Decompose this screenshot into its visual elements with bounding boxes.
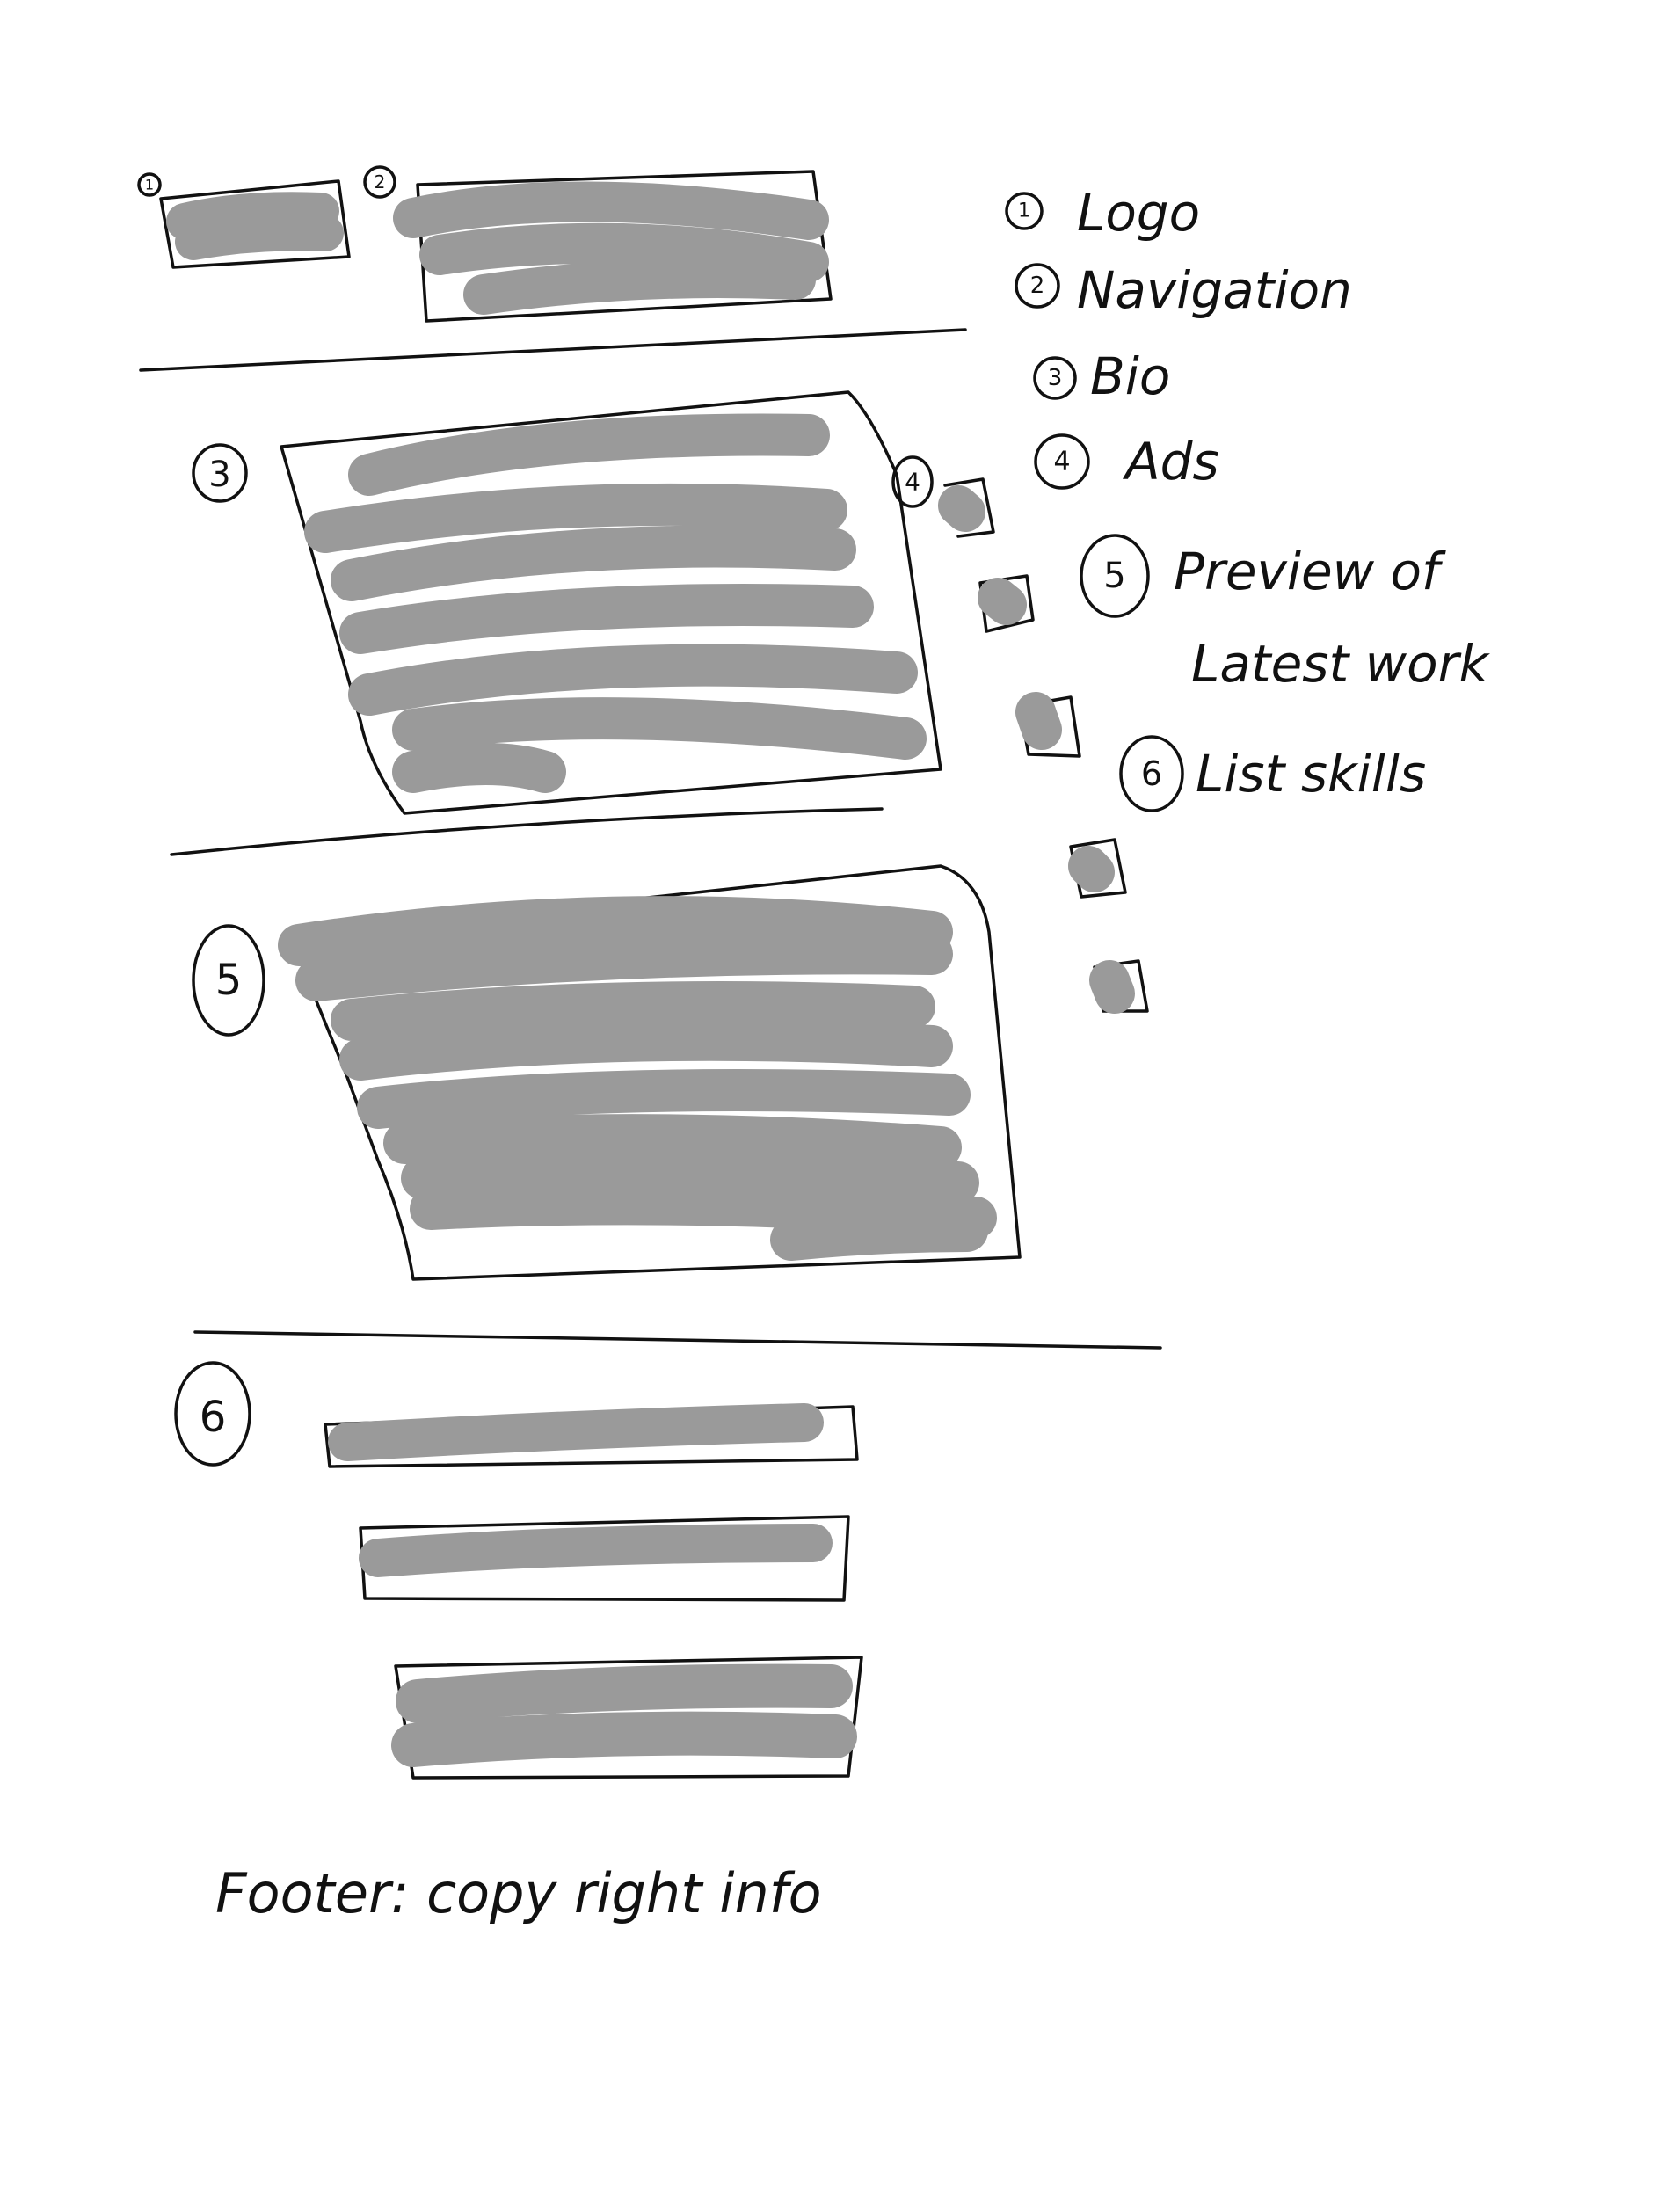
- wireframe-sketch: 1 2 3 4 5 6 1 Logo 2 Navigation 3 Bio 4 …: [137, 165, 1490, 1925]
- svg-text:6: 6: [1141, 754, 1162, 793]
- svg-text:Latest work: Latest work: [1191, 634, 1490, 694]
- legend-item-logo: 1 Logo: [1005, 183, 1200, 243]
- divider-line: [139, 328, 967, 372]
- svg-text:3: 3: [1048, 365, 1063, 391]
- skill-item-placeholder: [391, 1656, 863, 1780]
- bio-placeholder: [280, 390, 942, 815]
- svg-text:5: 5: [1103, 556, 1125, 596]
- skill-item-placeholder: [359, 1515, 850, 1602]
- legend-item-bio: 3 Bio: [1033, 346, 1170, 406]
- svg-text:Navigation: Navigation: [1077, 260, 1352, 320]
- svg-text:3: 3: [208, 455, 230, 495]
- svg-text:2: 2: [1030, 273, 1045, 299]
- svg-text:Bio: Bio: [1090, 346, 1170, 406]
- ad-placeholder: [1089, 959, 1149, 1014]
- svg-text:List skills: List skills: [1196, 744, 1426, 804]
- marker-2: 2: [363, 165, 396, 199]
- legend: 1 Logo 2 Navigation 3 Bio 4 Ads 5 Previe…: [1005, 183, 1490, 812]
- logo-placeholder: [159, 179, 351, 269]
- skill-item-placeholder: [324, 1403, 859, 1468]
- legend-item-navigation: 2 Navigation: [1015, 260, 1352, 320]
- legend-item-skills: 6 List skills: [1119, 735, 1426, 812]
- navigation-placeholder: [393, 170, 833, 323]
- ad-placeholder: [938, 477, 995, 538]
- svg-text:2: 2: [375, 171, 386, 193]
- svg-text:4: 4: [1053, 447, 1070, 477]
- divider-line: [170, 807, 884, 856]
- latest-work-preview-placeholder: [278, 864, 1022, 1281]
- svg-text:Ads: Ads: [1122, 432, 1219, 491]
- ad-placeholder: [1015, 692, 1081, 758]
- ad-placeholder: [978, 574, 1035, 633]
- svg-text:Logo: Logo: [1077, 183, 1200, 243]
- footer-note: Footer: copy right info: [215, 1861, 822, 1925]
- marker-6: 6: [174, 1361, 251, 1467]
- legend-item-latest-work: 5 Preview of Latest work: [1080, 534, 1490, 694]
- svg-text:6: 6: [200, 1393, 227, 1442]
- svg-text:1: 1: [145, 177, 154, 193]
- divider-line: [193, 1330, 1162, 1350]
- ad-placeholder: [1068, 838, 1127, 899]
- svg-text:4: 4: [905, 468, 920, 497]
- svg-text:5: 5: [215, 956, 243, 1005]
- svg-text:1: 1: [1018, 200, 1030, 222]
- svg-text:Preview of: Preview of: [1174, 542, 1446, 601]
- marker-1: 1: [137, 172, 162, 197]
- marker-3: 3: [192, 443, 248, 503]
- marker-5: 5: [192, 924, 265, 1037]
- legend-item-ads: 4 Ads: [1034, 432, 1219, 491]
